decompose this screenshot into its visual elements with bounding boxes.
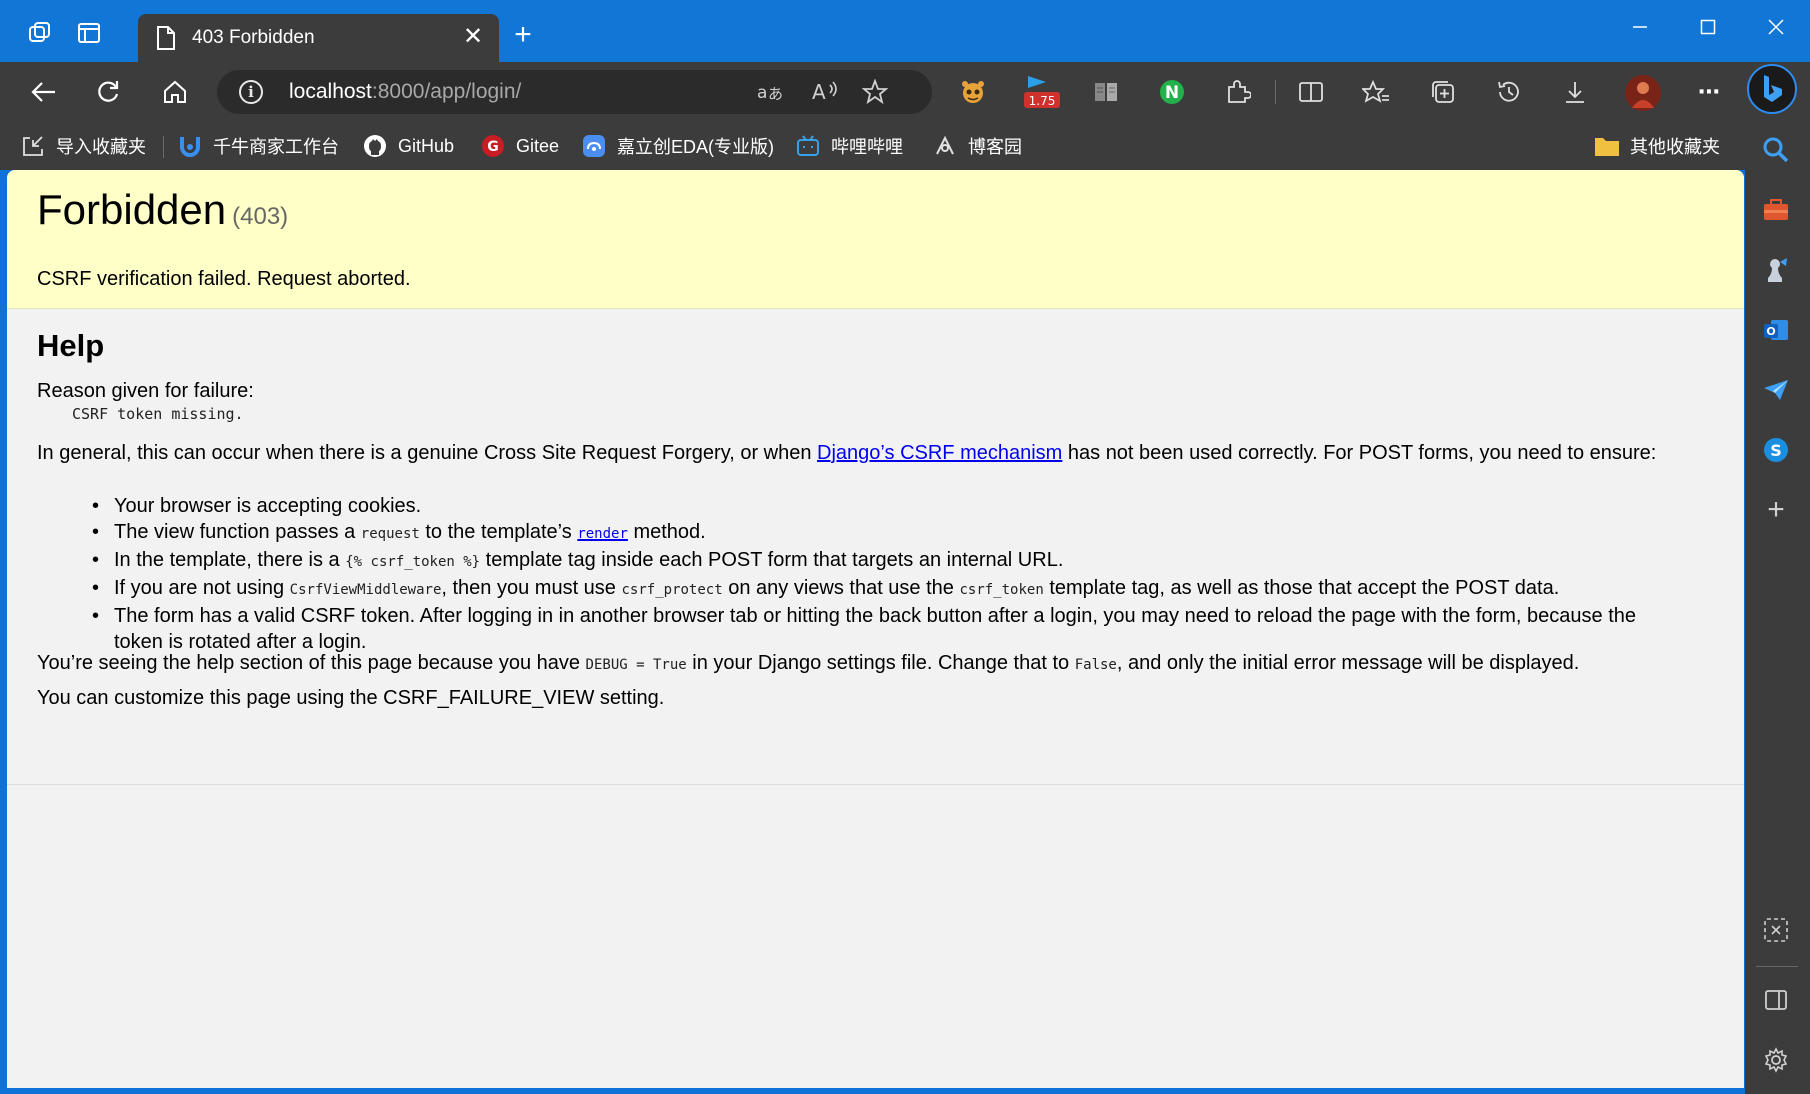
list-item: If you are not using CsrfViewMiddleware,… xyxy=(92,575,1674,603)
other-favorites-folder[interactable]: 其他收藏夹 xyxy=(1594,132,1720,160)
list-item: In the template, there is a {% csrf_toke… xyxy=(92,547,1674,575)
page-title: Forbidden (403) xyxy=(37,186,289,233)
requirements-list: Your browser is accepting cookies. The v… xyxy=(92,493,1674,655)
tab-title: 403 Forbidden xyxy=(192,27,315,48)
downloads-icon[interactable] xyxy=(1559,76,1591,108)
workspaces-icon[interactable] xyxy=(25,18,55,48)
more-menu-icon[interactable]: ⋯ xyxy=(1693,76,1725,108)
address-bar[interactable]: i localhost:8000/app/login/ aあ A xyxy=(217,70,932,114)
profile-avatar[interactable] xyxy=(1624,74,1662,112)
list-item: The view function passes a request to th… xyxy=(92,519,1674,547)
page-icon xyxy=(156,26,178,50)
help-heading: Help xyxy=(37,328,105,363)
svg-text:G: G xyxy=(487,139,499,155)
title-bar: 403 Forbidden ✕ + xyxy=(0,0,1810,62)
favorite-star-icon[interactable] xyxy=(861,79,889,105)
error-summary: Forbidden (403) CSRF verification failed.… xyxy=(7,170,1744,309)
favorite-bilibili[interactable]: 哔哩哔哩 xyxy=(795,132,903,160)
svg-text:N: N xyxy=(1165,83,1179,103)
active-tab[interactable]: 403 Forbidden ✕ xyxy=(138,14,499,62)
outlook-icon[interactable]: O xyxy=(1758,312,1794,348)
svg-text:A: A xyxy=(812,80,826,104)
github-icon xyxy=(362,133,388,159)
jlc-eda-icon xyxy=(581,133,607,159)
extensions-puzzle-icon[interactable] xyxy=(1222,76,1254,108)
error-message: CSRF verification failed. Request aborte… xyxy=(37,268,411,290)
status-code: (403) xyxy=(232,203,289,230)
new-tab-icon[interactable]: + xyxy=(506,20,540,50)
tools-briefcase-icon[interactable] xyxy=(1758,192,1794,228)
games-icon[interactable] xyxy=(1758,252,1794,288)
gitee-icon: G xyxy=(480,133,506,159)
bilibili-icon xyxy=(795,133,821,159)
vertical-tabs-icon[interactable] xyxy=(74,18,104,48)
svg-text:O: O xyxy=(1766,325,1775,338)
customize-paragraph: You can customize this page using the CS… xyxy=(37,687,665,709)
url-text[interactable]: localhost:8000/app/login/ xyxy=(289,80,521,104)
site-info-icon[interactable]: i xyxy=(239,80,263,104)
maximize-icon[interactable] xyxy=(1686,10,1730,44)
folder-icon xyxy=(1594,133,1620,159)
n-extension-icon[interactable]: N xyxy=(1156,76,1188,108)
read-aloud-icon[interactable]: A xyxy=(811,79,839,105)
failure-reason: CSRF token missing. xyxy=(72,405,244,423)
skype-icon[interactable]: S xyxy=(1758,432,1794,468)
screenshot-icon[interactable] xyxy=(1758,912,1794,948)
intro-paragraph: In general, this can occur when there is… xyxy=(37,442,1657,464)
favorite-gitee[interactable]: G Gitee xyxy=(480,132,559,160)
page-content: Forbidden (403) CSRF verification failed.… xyxy=(7,170,1744,1088)
render-docs-link[interactable]: render xyxy=(577,521,628,543)
refresh-icon[interactable] xyxy=(88,72,128,112)
close-window-icon[interactable] xyxy=(1754,10,1798,44)
telegram-send-icon[interactable] xyxy=(1758,372,1794,408)
hide-sidebar-icon[interactable] xyxy=(1758,982,1794,1018)
list-item: Your browser is accepting cookies. xyxy=(92,493,1674,519)
favorite-import[interactable]: 导入收藏夹 xyxy=(20,132,146,160)
favorites-bar: 导入收藏夹 千牛商家工作台 GitHub G Gitee 嘉立创EDA(专业版)… xyxy=(0,122,1745,170)
translate-icon[interactable]: aあ xyxy=(757,79,785,105)
csrf-docs-link[interactable]: Django’s CSRF mechanism xyxy=(817,442,1062,464)
svg-text:a: a xyxy=(757,83,767,103)
list-item: The form has a valid CSRF token. After l… xyxy=(92,603,1674,655)
favorites-icon[interactable] xyxy=(1360,76,1392,108)
add-sidebar-app-icon[interactable]: + xyxy=(1758,492,1794,528)
favorite-qianniu[interactable]: 千牛商家工作台 xyxy=(177,132,339,160)
search-icon[interactable] xyxy=(1758,132,1794,168)
collections-icon[interactable] xyxy=(1427,76,1459,108)
svg-text:S: S xyxy=(1770,441,1782,460)
reason-label: Reason given for failure: xyxy=(37,380,254,402)
home-icon[interactable] xyxy=(155,72,195,112)
favorite-github[interactable]: GitHub xyxy=(362,132,454,160)
speed-extension-icon[interactable]: 1.75 xyxy=(1022,72,1062,112)
toolbar-separator xyxy=(1275,80,1276,104)
history-icon[interactable] xyxy=(1493,76,1525,108)
minimize-icon[interactable] xyxy=(1618,10,1662,44)
svg-text:1.75: 1.75 xyxy=(1029,94,1056,108)
split-screen-icon[interactable] xyxy=(1295,76,1327,108)
reader-extension-icon[interactable] xyxy=(1090,76,1122,108)
debug-paragraph: You’re seeing the help section of this p… xyxy=(37,652,1580,674)
favorite-cnblogs[interactable]: 博客园 xyxy=(932,132,1022,160)
favorites-separator xyxy=(163,136,164,158)
qianniu-icon xyxy=(177,133,203,159)
svg-text:あ: あ xyxy=(768,85,783,103)
sidebar-separator xyxy=(1756,966,1798,967)
close-tab-icon[interactable]: ✕ xyxy=(461,24,485,50)
sidebar-settings-gear-icon[interactable] xyxy=(1758,1042,1794,1078)
toolbar: i localhost:8000/app/login/ aあ A 1.75 N xyxy=(0,62,1745,122)
cnblogs-icon xyxy=(932,133,958,159)
import-favorites-icon xyxy=(20,133,46,159)
help-section: Help Reason given for failure: CSRF toke… xyxy=(7,310,1744,785)
back-icon[interactable] xyxy=(23,72,63,112)
favorite-jlc-eda[interactable]: 嘉立创EDA(专业版) xyxy=(581,132,774,160)
tampermonkey-extension-icon[interactable] xyxy=(957,76,989,108)
bing-copilot-icon[interactable] xyxy=(1747,64,1797,114)
